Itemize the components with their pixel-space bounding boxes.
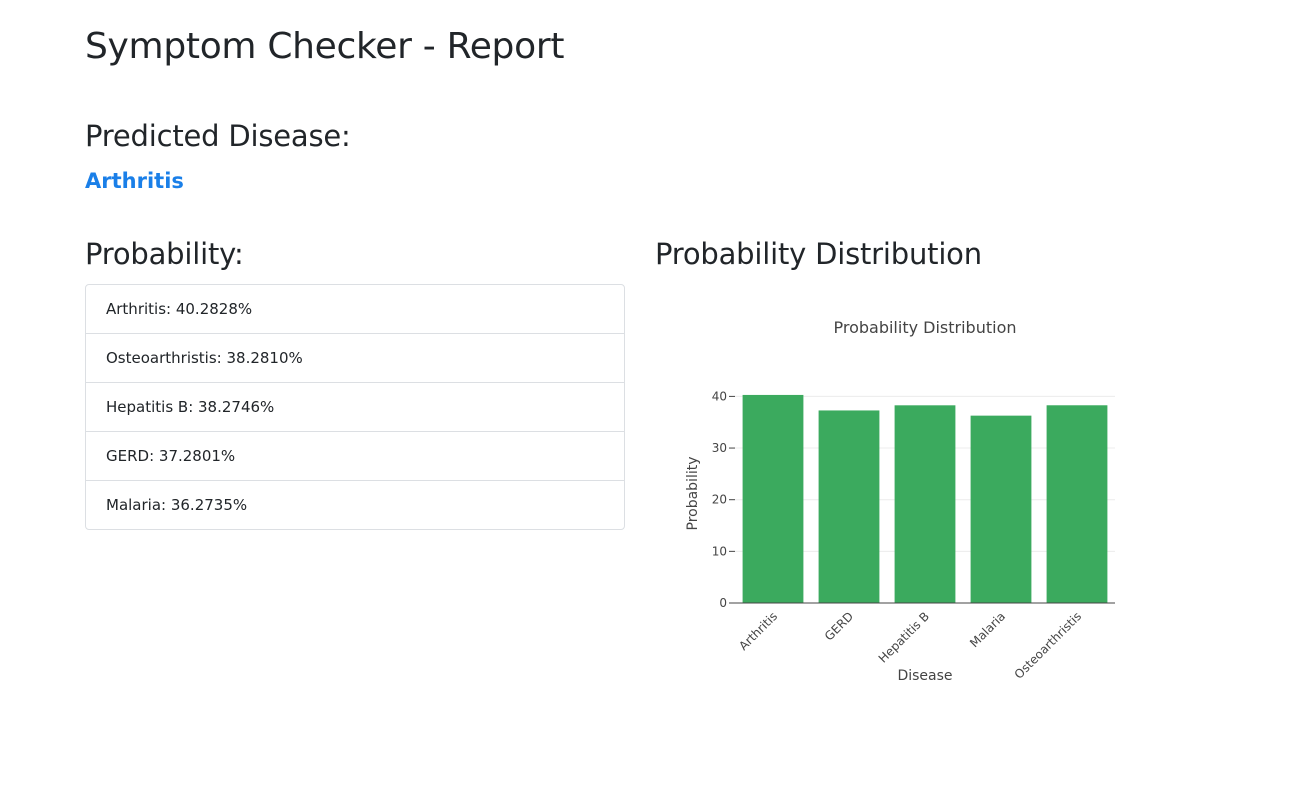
bar-malaria [970, 415, 1032, 603]
predicted-disease-value: Arthritis [85, 169, 184, 193]
x-tick-label: GERD [822, 609, 856, 643]
bar-osteoarthristis [1046, 405, 1108, 603]
x-axis-label: Disease [897, 668, 952, 684]
y-tick-label: 40 [712, 389, 727, 403]
probability-list-item: Osteoarthristis: 38.2810% [86, 333, 624, 382]
probability-chart-svg[interactable]: 0 10 20 30 40 Arthritis GERD Hepatitis B Malaria… [655, 290, 1195, 710]
probability-heading: Probability: [85, 237, 244, 271]
y-tick-label: 30 [712, 441, 727, 455]
y-axis-label: Probability [685, 456, 701, 530]
chart-title: Probability Distribution [833, 318, 1016, 337]
probability-list-item: Hepatitis B: 38.2746% [86, 382, 624, 431]
probability-chart[interactable]: 0 10 20 30 40 Arthritis GERD Hepatitis B Malaria… [655, 290, 1195, 710]
bar-hepatitis-b [894, 405, 956, 603]
x-tick-label: Arthritis [736, 609, 780, 653]
probability-list-item: Arthritis: 40.2828% [106, 300, 253, 318]
x-tick-label: Hepatitis B [876, 609, 932, 665]
probability-list-item: GERD: 37.2801% [86, 431, 624, 480]
probability-list-item: Malaria: 36.2735% [86, 480, 624, 529]
x-tick-label: Malaria [967, 609, 1008, 650]
x-tick-label: Osteoarthristis [1012, 609, 1085, 682]
y-tick-label: 20 [712, 493, 727, 507]
y-tick-label: 0 [719, 596, 727, 610]
predicted-disease-heading: Predicted Disease: [85, 119, 351, 153]
distribution-heading: Probability Distribution [655, 237, 982, 271]
bar-arthritis [742, 394, 804, 603]
probability-list: Arthritis: 40.2828% Osteoarthristis: 38.… [85, 284, 625, 530]
y-tick-label: 10 [712, 544, 727, 558]
bar-gerd [818, 410, 880, 603]
page-title: Symptom Checker - Report [85, 26, 565, 67]
